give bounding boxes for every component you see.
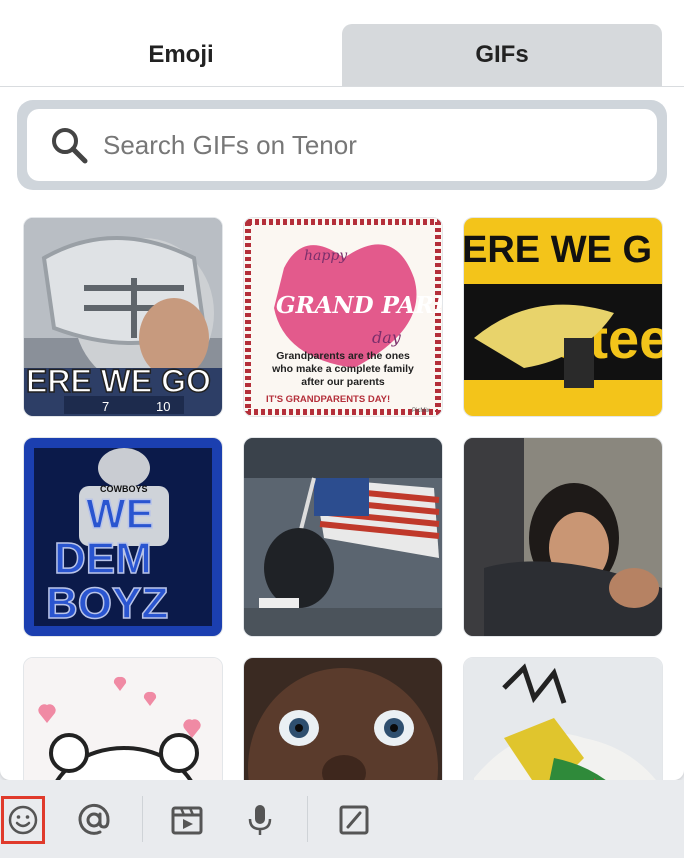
gif-image-2: happy GRAND PARENTS day Grandparents are… [244,218,442,416]
gif-picker-panel: Emoji GIFs ERE WE GO 7 10 [0,0,684,780]
gif-image-1: ERE WE GO 7 10 [24,218,222,416]
video-button[interactable] [167,796,207,844]
shortcut-button[interactable] [334,796,374,844]
gif-image-8 [244,658,442,780]
gif-tile-9[interactable] [463,657,663,780]
at-icon [78,803,110,835]
toolbar-divider-2 [307,796,308,842]
gif-tile-7[interactable] [23,657,223,780]
gif-image-3: ERE WE G Steelers [464,218,662,416]
gif-1-score-right: 10 [156,399,170,414]
gif-4-line2: DEM [54,534,152,583]
gif-2-top: happy [304,248,348,264]
gif-image-7 [24,658,222,780]
microphone-icon [248,805,272,835]
gif-image-5 [244,438,442,636]
gif-2-body: Grandparents are the ones who make a com… [272,350,414,388]
gif-2-title: GRAND PARENTS [276,292,442,319]
search-focus-ring [17,100,667,190]
tab-emoji-label: Emoji [148,41,214,68]
gif-image-4: COWBOYS WE DEM BOYZ [24,438,222,636]
gif-1-score-left: 7 [102,399,109,414]
gif-tile-8[interactable] [243,657,443,780]
gif-tile-4[interactable]: COWBOYS WE DEM BOYZ [23,437,223,637]
tab-gifs-label: GIFs [475,41,529,68]
gif-image-9 [464,658,662,780]
gif-tile-5[interactable] [243,437,443,637]
selected-tool-highlight [1,796,45,844]
gif-tile-6[interactable] [463,437,663,637]
gif-image-6 [464,438,662,636]
tab-emoji[interactable]: Emoji [22,24,340,86]
voice-button[interactable] [240,796,280,844]
clapperboard-icon [171,806,203,835]
gif-tile-3[interactable]: ERE WE G Steelers [463,217,663,417]
search-icon [52,128,88,164]
gif-4-line1: WE [86,490,154,537]
gif-4-line3: BOYZ [46,579,168,628]
gif-2-credit: PicMix [412,408,430,414]
slash-box-icon [339,805,369,835]
gif-tile-2[interactable]: happy GRAND PARENTS day Grandparents are… [243,217,443,417]
search-input[interactable] [103,129,623,161]
gif-2-footer: IT'S GRANDPARENTS DAY! [266,394,390,405]
gif-1-caption: ERE WE GO [26,363,211,399]
gif-3-caption: ERE WE G [464,229,652,271]
search-box [27,109,657,181]
toolbar-divider-1 [142,796,143,842]
picker-tabs: Emoji GIFs [0,0,684,87]
gif-2-day: day [372,328,402,347]
mention-button[interactable] [74,796,114,844]
gif-tile-1[interactable]: ERE WE GO 7 10 [23,217,223,417]
tab-gifs[interactable]: GIFs [342,24,662,86]
